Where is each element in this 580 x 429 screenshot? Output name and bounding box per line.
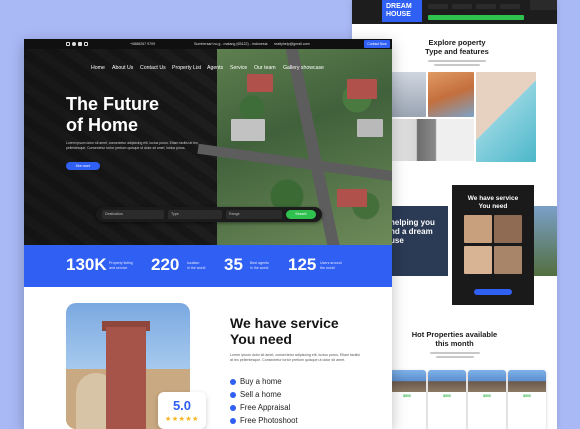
property-card[interactable]: $500 [508, 370, 546, 429]
card-image [468, 370, 506, 392]
phone-number: +0888267 9709 [130, 42, 156, 46]
back-search-button[interactable] [428, 15, 524, 20]
stat-label: Best agents in the world [250, 261, 269, 270]
service-box-button[interactable] [474, 289, 512, 295]
back-logo: DREAM HOUSE [382, 0, 422, 22]
contact-now-button[interactable]: Contact Now [364, 40, 390, 48]
card-price: $500 [443, 394, 451, 398]
tower [106, 327, 146, 429]
bullet-icon [230, 391, 236, 398]
facebook-icon[interactable] [72, 42, 76, 46]
email: realtyhelp@gmail.com [274, 42, 310, 46]
back-thumb [530, 0, 557, 10]
star-icons: ★★★★★ [165, 416, 199, 423]
service-item: Buy a home [230, 377, 282, 386]
stats-bar: 130K Property listing and service 220 lo… [24, 245, 392, 287]
bullet-icon [230, 378, 236, 385]
bullet-icon [230, 417, 236, 424]
card-price: $500 [483, 394, 491, 398]
hero-section: Home About Us Contact Us Property List A… [24, 49, 392, 245]
hot-properties-title: Hot Properties available this month [411, 330, 498, 348]
property-photo [476, 72, 536, 162]
hero-title: The Future of Home [66, 94, 159, 135]
top-bar: +0888267 9709 Sumbersari no.g - malang (… [24, 39, 392, 49]
text-line [436, 356, 474, 358]
property-photo [378, 119, 474, 161]
service-item: Free Appraisal [230, 403, 290, 412]
search-bar: Destination Type Range Search [96, 207, 322, 222]
instagram-icon[interactable] [66, 42, 70, 46]
see-more-button[interactable]: See more [66, 162, 100, 170]
rating-value: 5.0 [172, 398, 192, 413]
stat-label: Users around the world [320, 261, 342, 270]
nav-property-list[interactable]: Property List [172, 62, 201, 74]
address: Sumbersari no.g - malang (65122) - Indon… [194, 42, 268, 46]
card-price: $500 [523, 394, 531, 398]
agent-photo [494, 246, 522, 274]
property-card[interactable]: $500 [468, 370, 506, 429]
house-roof [231, 119, 265, 141]
service-description: Lorem ipsum dolor sit amet, consectetur … [230, 353, 360, 362]
agent-photo [494, 215, 522, 243]
service-item: Free Photoshoot [230, 416, 298, 425]
text-line [430, 352, 480, 354]
service-item-label: Buy a home [240, 377, 282, 386]
nav-home[interactable]: Home [91, 62, 105, 74]
service-item-label: Sell a home [240, 390, 282, 399]
card-image [508, 370, 546, 392]
search-button[interactable]: Search [286, 210, 316, 219]
nav-service[interactable]: Service [230, 62, 247, 74]
nav-agents[interactable]: Agents [207, 62, 223, 74]
range-field[interactable]: Range [226, 210, 282, 219]
main-page: +0888267 9709 Sumbersari no.g - malang (… [24, 39, 392, 429]
house-roof [337, 189, 367, 207]
explore-title: Explore poperty Type and features [425, 38, 489, 56]
stat-value: 125 [288, 255, 317, 274]
back-field [428, 4, 448, 9]
property-card[interactable]: $500 [428, 370, 466, 429]
text-line [434, 64, 480, 66]
hero-description: Lorem ipsum dolor sit amet, consectetur … [66, 141, 198, 150]
service-title: We have service You need [230, 315, 339, 347]
service-item-label: Free Appraisal [240, 403, 291, 412]
bullet-icon [230, 404, 236, 411]
service-box: We have service You need [452, 185, 534, 305]
stat-value: 220 [151, 255, 180, 274]
help-banner: helping you nd a dream use [388, 206, 448, 276]
type-field[interactable]: Type [168, 210, 222, 219]
service-box-title: We have service You need [467, 195, 519, 210]
side-photo [534, 206, 557, 276]
service-item: Sell a home [230, 390, 281, 399]
stat-value: 35 [224, 255, 243, 274]
house-roof [357, 119, 383, 137]
stat-label: location in the world [187, 261, 206, 270]
house-roof [247, 74, 273, 92]
agent-photo [464, 246, 492, 274]
nav-about-us[interactable]: About Us [112, 62, 133, 74]
back-field [500, 4, 520, 9]
stat-label: Property listing and service [109, 261, 133, 270]
property-photo [428, 72, 474, 117]
card-price: $500 [403, 394, 411, 398]
help-text: helping you nd a dream use [390, 218, 435, 245]
nav-our-team[interactable]: Our team [254, 62, 276, 74]
text-line [428, 60, 486, 62]
card-image [428, 370, 466, 392]
card-image [388, 370, 426, 392]
service-item-label: Free Photoshoot [240, 416, 298, 425]
house-roof [347, 79, 377, 99]
nav-contact-us[interactable]: Contact Us [140, 62, 166, 74]
property-card[interactable]: $500 [388, 370, 426, 429]
rating-badge: 5.0 ★★★★★ [158, 392, 206, 429]
stat-value: 130K [66, 255, 107, 274]
chat-icon[interactable] [84, 42, 88, 46]
main-nav: Home About Us Contact Us Property List A… [24, 62, 392, 74]
agent-photo [464, 215, 492, 243]
back-field [452, 4, 472, 9]
road [197, 143, 392, 185]
nav-gallery-showcase[interactable]: Gallery showcase [283, 62, 324, 74]
back-field [476, 4, 496, 9]
twitter-icon[interactable] [78, 42, 82, 46]
destination-field[interactable]: Destination [102, 210, 164, 219]
